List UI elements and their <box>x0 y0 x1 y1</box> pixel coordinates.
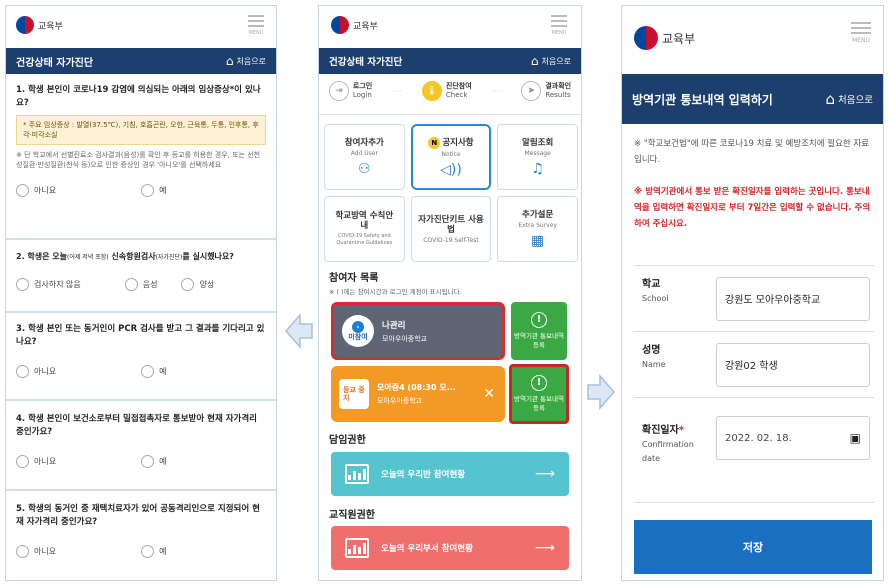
top-navbar: 방역기관 통보내역 입력하기 ⌂ 처음으로 <box>622 74 883 124</box>
status-badge: 등교 중지 <box>339 379 369 409</box>
menu-button[interactable]: MENU <box>551 15 567 36</box>
q1-option-no[interactable]: 아니요 <box>16 184 56 197</box>
page-title: 건강상태 자가진단 <box>329 57 403 68</box>
register-button-1[interactable]: ! 방역기관 통보내역 등록 <box>511 302 567 360</box>
q5-option-no[interactable]: 아니요 <box>16 545 56 558</box>
school-field[interactable]: 강원도 모아우아중학교 <box>716 276 870 321</box>
question-3: 3. 학생 본인 또는 동거인이 PCR 검사를 받고 그 결과를 기다리고 있… <box>16 324 265 378</box>
save-button[interactable]: 저장 <box>634 520 872 574</box>
arrow-right-icon: ⟶ <box>534 540 555 556</box>
step-results: ➤ 결과확인 Results <box>521 81 571 101</box>
progress-steps: ⇥ 로그인 Login ···· 🌡 진단참여 Check ···· ➤ 결과확인 Resu… <box>319 81 581 101</box>
calendar-icon: ▦ <box>531 232 545 249</box>
notice-card[interactable]: N 공지사항 Notice ◁)) <box>410 124 492 190</box>
question-2: 2. 학생은 오늘(어제 저녁 포함) 신속항원검사(자가진단)를 실시했나요?… <box>16 252 234 291</box>
question-note: ※ 단 학교에서 선별진료소 검사결과(음성)를 확인 후 등교를 허용한 경우… <box>16 151 261 169</box>
step-check: 🌡 진단참여 Check <box>421 81 472 101</box>
homeroom-title: 담임권한 <box>329 435 366 446</box>
megaphone-icon: ◁)) <box>440 161 462 178</box>
q2-option-none[interactable]: 검사하지 않음 <box>16 278 81 291</box>
q5-option-yes[interactable]: 예 <box>141 545 166 558</box>
top-navbar: 건강상태 자가진단 ⌂ 처음으로 <box>6 48 276 74</box>
participants-title: 참여자 목록 <box>329 273 379 284</box>
login-icon: ⇥ <box>328 81 349 101</box>
bar-chart-icon <box>345 538 369 558</box>
question-4: 4. 학생 본인이 보건소로부터 밀접접촉자로 통보받아 현재 자가격리 중인가… <box>16 414 258 468</box>
add-user-card[interactable]: 참여자추가 Add User ⚇ <box>324 124 405 190</box>
participant-card-2[interactable]: 등교 중지 모아중4 (08:30 모... 모아우아중학교 ✕ <box>331 366 505 422</box>
taegeuk-icon <box>16 16 34 34</box>
new-badge: N <box>428 136 441 149</box>
home-icon: ⌂ <box>225 54 234 68</box>
q2-option-negative[interactable]: 음성 <box>124 278 157 291</box>
safety-guide-card[interactable]: 학교방역 수칙안내 COVID-19 Safety and Quarantine … <box>324 196 405 262</box>
self-test-card[interactable]: 자가진단키트 사용법 COVID-19 Self-Test <box>410 196 492 262</box>
info-text: ※ "학교보건법"에 따른 코로나19 치료 및 예방조치에 필요한 자료입니다… <box>634 139 870 165</box>
dashboard-panel: 교육부 MENU 건강상태 자가진단 ⌂ 처음으로 ⇥ 로그인 Login ···· … <box>318 5 582 581</box>
warning-text: ※ 방역기관에서 통보 받은 확진일자를 입력하는 곳입니다. 통보내역을 입력… <box>634 187 871 229</box>
dept-status-banner[interactable]: 오늘의 우리부서 참여현황 ⟶ <box>331 526 569 570</box>
thermometer-icon: 🌡 <box>421 81 442 101</box>
home-link[interactable]: ⌂ 처음으로 <box>826 90 874 108</box>
home-icon: ⌂ <box>825 90 836 108</box>
menu-button[interactable]: MENU <box>851 22 871 44</box>
survey-panel: 교육부 MENU 건강상태 자가진단 ⌂ 처음으로 1. 학생 본인이 코로나19… <box>5 5 277 581</box>
school-row: 학교 School 강원도 모아우아중학교 <box>634 265 874 331</box>
top-navbar: 건강상태 자가진단 ⌂ 처음으로 <box>319 48 581 74</box>
page-title: 방역기관 통보내역 입력하기 <box>632 92 773 107</box>
alert-icon: ! <box>531 375 547 391</box>
ministry-logo: 교육부 <box>634 26 695 50</box>
q2-option-positive[interactable]: 양성 <box>181 278 214 291</box>
name-field[interactable]: 강원02 학생 <box>716 342 870 387</box>
flow-arrow-right-icon <box>586 373 616 411</box>
alert-icon: ! <box>531 312 547 328</box>
bar-chart-icon <box>345 464 369 484</box>
bell-icon: ♫ <box>531 160 544 177</box>
q4-option-no[interactable]: 아니요 <box>16 455 56 468</box>
flow-arrow-left-icon <box>284 312 314 350</box>
q3-option-yes[interactable]: 예 <box>141 365 166 378</box>
menu-grid: 참여자추가 Add User ⚇ N 공지사항 Notice ◁)) 알림조회 Mess… <box>324 124 578 262</box>
taegeuk-icon <box>331 16 349 34</box>
extra-survey-card[interactable]: 추가설문 Extra Survey ▦ <box>497 196 578 262</box>
symptom-box: * 주요 임상증상 : 발열(37.5℃), 기침, 호흡곤란, 오한, 근육통… <box>16 115 266 145</box>
status-badge: › 미참여 <box>342 315 374 347</box>
message-card[interactable]: 알림조회 Message ♫ <box>497 124 578 190</box>
add-user-icon: ⚇ <box>358 160 371 177</box>
ministry-logo: 교육부 <box>331 16 378 34</box>
question-1: 1. 학생 본인이 코로나19 감염에 의심되는 아래의 임상증상*이 있나요?… <box>6 84 276 197</box>
play-icon: › <box>352 321 364 333</box>
home-link[interactable]: ⌂ 처음으로 <box>226 54 266 68</box>
step-login: ⇥ 로그인 Login <box>328 81 372 101</box>
arrow-right-icon: ⟶ <box>534 466 555 482</box>
close-icon[interactable]: ✕ <box>483 386 495 402</box>
taegeuk-icon <box>634 26 658 50</box>
date-row: 확진일자* Confirmation date 2022. 02. 18. ▣ <box>634 397 874 503</box>
participants-note: ※ ( )에는 참여시간과 로그인 계정이 표시됩니다. <box>329 288 462 296</box>
calendar-icon: ▣ <box>849 431 861 445</box>
menu-button[interactable]: MENU <box>248 15 264 36</box>
question-5: 5. 학생의 동거인 중 재택치료자가 있어 공동격리인으로 지정되어 현재 자… <box>16 504 260 558</box>
page-title: 건강상태 자가진단 <box>16 57 94 69</box>
participant-card-1[interactable]: › 미참여 나관리 모아우아중학교 <box>331 302 505 360</box>
name-row: 성명 Name 강원02 학생 <box>634 331 874 397</box>
q3-option-no[interactable]: 아니요 <box>16 365 56 378</box>
ministry-logo: 교육부 <box>16 16 63 34</box>
home-link[interactable]: ⌂ 처음으로 <box>531 54 571 68</box>
class-status-banner[interactable]: 오늘의 우리반 참여현황 ⟶ <box>331 452 569 496</box>
home-icon: ⌂ <box>530 54 539 68</box>
send-icon: ➤ <box>521 81 542 101</box>
report-form-panel: 교육부 MENU 방역기관 통보내역 입력하기 ⌂ 처음으로 ※ "학교보건법"에… <box>621 5 884 581</box>
register-button-2[interactable]: ! 방역기관 통보내역 등록 <box>509 364 569 424</box>
q1-option-yes[interactable]: 예 <box>141 184 166 197</box>
staff-title: 교직원권한 <box>329 510 375 521</box>
q4-option-yes[interactable]: 예 <box>141 455 166 468</box>
confirmation-date-input[interactable]: 2022. 02. 18. ▣ <box>716 416 870 460</box>
